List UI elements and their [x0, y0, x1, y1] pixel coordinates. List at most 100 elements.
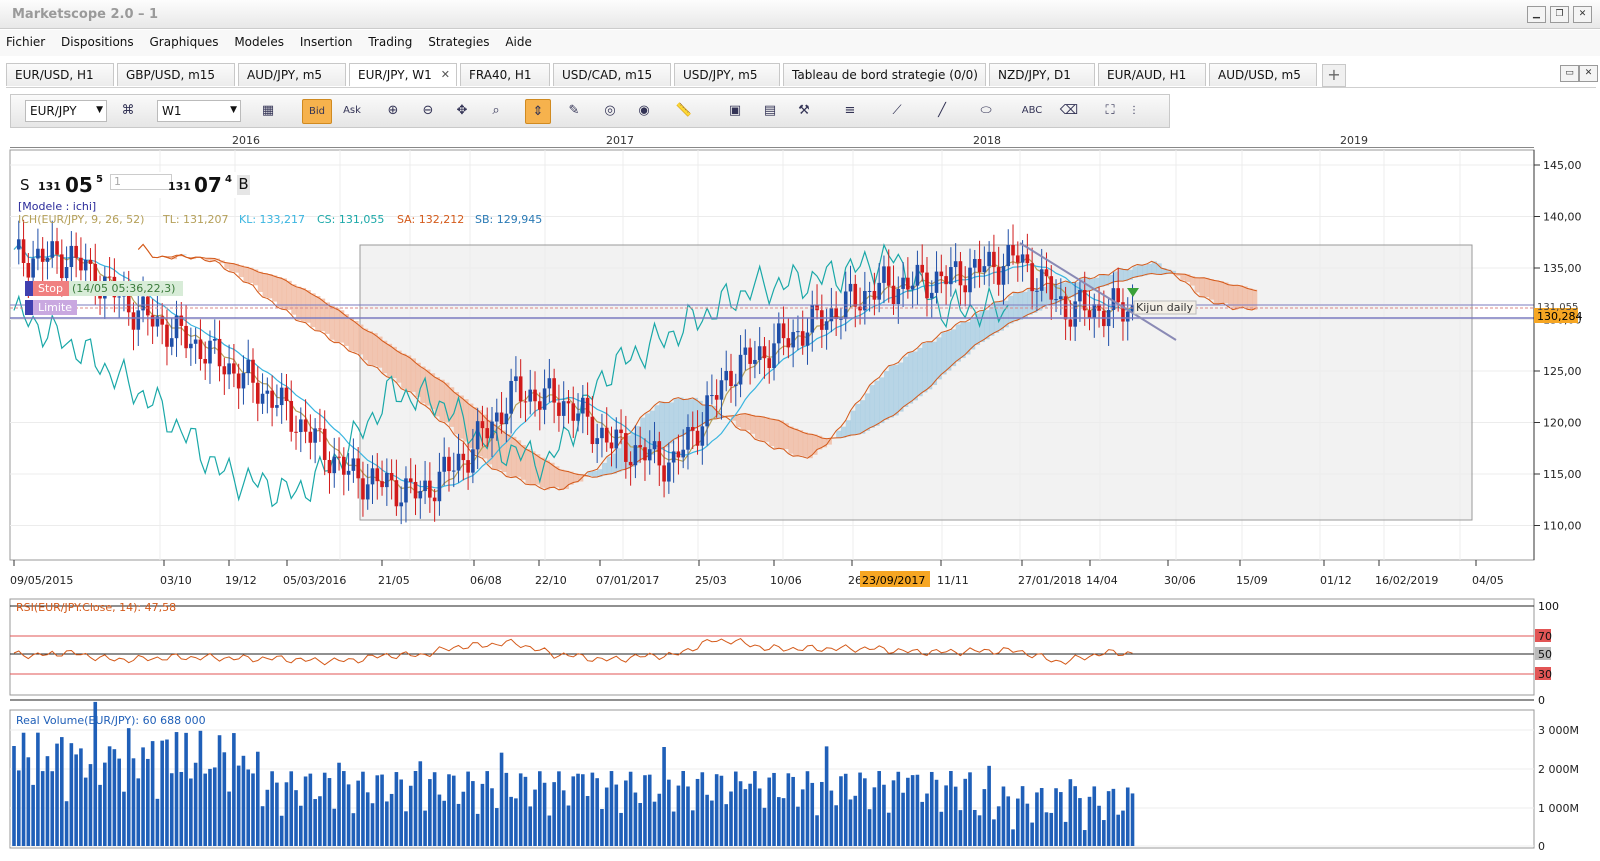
- candle: [753, 359, 757, 364]
- volume-bar: [662, 747, 666, 846]
- menu-trading[interactable]: Trading: [362, 30, 418, 49]
- tab-eur-aud-h1[interactable]: EUR/AUD, H1: [1098, 63, 1206, 86]
- bid-button[interactable]: Bid: [302, 99, 332, 124]
- cloud-segment: [444, 382, 450, 423]
- volume-bar: [50, 771, 55, 846]
- menu-dispositions[interactable]: Dispositions: [55, 30, 140, 49]
- cloud-segment: [907, 352, 914, 404]
- ask-button[interactable]: Ask: [337, 99, 367, 124]
- candle: [279, 387, 284, 406]
- minimize-icon[interactable]: ▁: [1527, 6, 1546, 23]
- volume-bar: [992, 819, 996, 846]
- price-axis: 145,00140,00135,00130,00125,00120,00115,…: [1533, 150, 1582, 560]
- globe-icon[interactable]: ◉: [631, 99, 657, 124]
- volume-bar: [748, 783, 752, 846]
- volume-bar: [342, 771, 346, 846]
- crosshair-icon[interactable]: ✥: [449, 99, 475, 124]
- chart-area[interactable]: 2016201720182019 145,00140,00135,00130,0…: [0, 130, 1600, 861]
- candle: [542, 388, 547, 410]
- auto-scroll-icon[interactable]: ⇕: [525, 99, 551, 124]
- measure-icon[interactable]: ⌕: [483, 99, 509, 124]
- add-tab-icon[interactable]: +: [1322, 64, 1346, 87]
- eye-icon[interactable]: ◎: [597, 99, 623, 124]
- buy-price[interactable]: 07: [194, 173, 222, 197]
- panel-close-icon[interactable]: ✕: [1579, 65, 1598, 82]
- candle: [490, 421, 494, 439]
- candle: [853, 283, 858, 307]
- cloud-segment: [544, 460, 550, 490]
- volume-bar: [863, 778, 867, 846]
- close-icon[interactable]: ✕: [1573, 6, 1592, 23]
- candle: [949, 267, 953, 285]
- tab-tableau-de-bord[interactable]: Tableau de bord strategie (0/0): [783, 63, 986, 86]
- cloud-segment: [1180, 273, 1186, 281]
- tab-aud-usd-m5[interactable]: AUD/USD, m5: [1209, 63, 1317, 86]
- glasses-icon[interactable]: ⌘: [115, 99, 141, 124]
- ellipse-icon[interactable]: ⬭: [973, 99, 999, 124]
- volume-bar: [303, 776, 308, 846]
- volume-bar: [447, 774, 451, 846]
- close-tab-icon[interactable]: ✕: [441, 64, 450, 86]
- cloud-segment: [926, 341, 933, 390]
- menu-fichier[interactable]: Fichier: [0, 30, 51, 49]
- menu-graphiques[interactable]: Graphiques: [143, 30, 224, 49]
- menu-insertion[interactable]: Insertion: [294, 30, 359, 49]
- date-tick-label: 11/11: [937, 574, 969, 587]
- candle: [925, 272, 929, 299]
- zoom-in-icon[interactable]: ⊕: [380, 99, 406, 124]
- picture-icon[interactable]: ▣: [722, 99, 748, 124]
- hierarchy-icon[interactable]: ⛶: [1097, 99, 1123, 124]
- trendline-icon[interactable]: ╱: [929, 99, 955, 124]
- menu-strategies[interactable]: Strategies: [422, 30, 495, 49]
- volume-bar: [74, 754, 78, 846]
- tab-nzd-jpy-d1[interactable]: NZD/JPY, D1: [989, 63, 1095, 86]
- volume-bar: [538, 771, 542, 846]
- ruler-icon[interactable]: 📏: [671, 99, 697, 124]
- cloud-segment: [1146, 263, 1153, 275]
- tab-gbp-usd-m15[interactable]: GBP/USD, m15: [117, 63, 235, 86]
- cloud-segment: [850, 410, 856, 436]
- candle: [365, 484, 370, 500]
- cloud-segment: [984, 310, 990, 340]
- vol-tick-label: 0: [1538, 840, 1545, 853]
- tab-aud-jpy-m5[interactable]: AUD/JPY, m5: [238, 63, 346, 86]
- chart-tabs: EUR/USD, H1 GBP/USD, m15 AUD/JPY, m5 EUR…: [6, 63, 1598, 88]
- toolbar-more-icon[interactable]: ⋮: [1127, 99, 1141, 124]
- volume-bar: [1130, 793, 1135, 846]
- volume-bar: [820, 781, 824, 846]
- volume-bar: [910, 775, 915, 846]
- tab-usd-jpy-m5[interactable]: USD/JPY, m5: [674, 63, 780, 86]
- candle: [891, 285, 896, 305]
- volume-bar: [753, 771, 757, 846]
- cloud-segment: [329, 305, 335, 340]
- candle: [686, 427, 690, 450]
- cloud-segment: [592, 470, 598, 478]
- chart-type-icon[interactable]: ▦: [255, 99, 281, 124]
- rsi-tick-label: 100: [1538, 600, 1559, 613]
- candle: [1092, 304, 1097, 318]
- volume-bar: [886, 812, 891, 846]
- edit-icon[interactable]: ✎: [561, 99, 587, 124]
- restore-icon[interactable]: ❐: [1550, 6, 1569, 23]
- fan-icon[interactable]: ⟋: [884, 99, 910, 124]
- tab-fra40-h1[interactable]: FRA40, H1: [460, 63, 550, 86]
- tools-icon[interactable]: ⚒: [791, 99, 817, 124]
- calendar-icon[interactable]: ▤: [757, 99, 783, 124]
- menu-aide[interactable]: Aide: [499, 30, 538, 49]
- panel-restore-icon[interactable]: ▭: [1560, 65, 1579, 82]
- amount-field[interactable]: 1: [110, 174, 172, 190]
- eraser-icon[interactable]: ⌫: [1056, 99, 1082, 124]
- zoom-out-icon[interactable]: ⊖: [415, 99, 441, 124]
- tab-eur-usd-h1[interactable]: EUR/USD, H1: [6, 63, 114, 86]
- menu-modeles[interactable]: Modeles: [228, 30, 290, 49]
- cloud-segment: [874, 380, 880, 426]
- candle: [777, 323, 781, 344]
- timeframe-select[interactable]: W1 ▼: [157, 100, 241, 122]
- cloud-segment: [405, 355, 412, 391]
- sell-price[interactable]: 05: [65, 173, 93, 197]
- text-icon[interactable]: ABC: [1019, 99, 1045, 124]
- tab-eur-jpy-w1[interactable]: EUR/JPY, W1 ✕: [349, 63, 457, 86]
- lines-icon[interactable]: ≡: [837, 99, 863, 124]
- symbol-select[interactable]: EUR/JPY ▼: [25, 100, 107, 122]
- tab-usd-cad-m15[interactable]: USD/CAD, m15: [553, 63, 671, 86]
